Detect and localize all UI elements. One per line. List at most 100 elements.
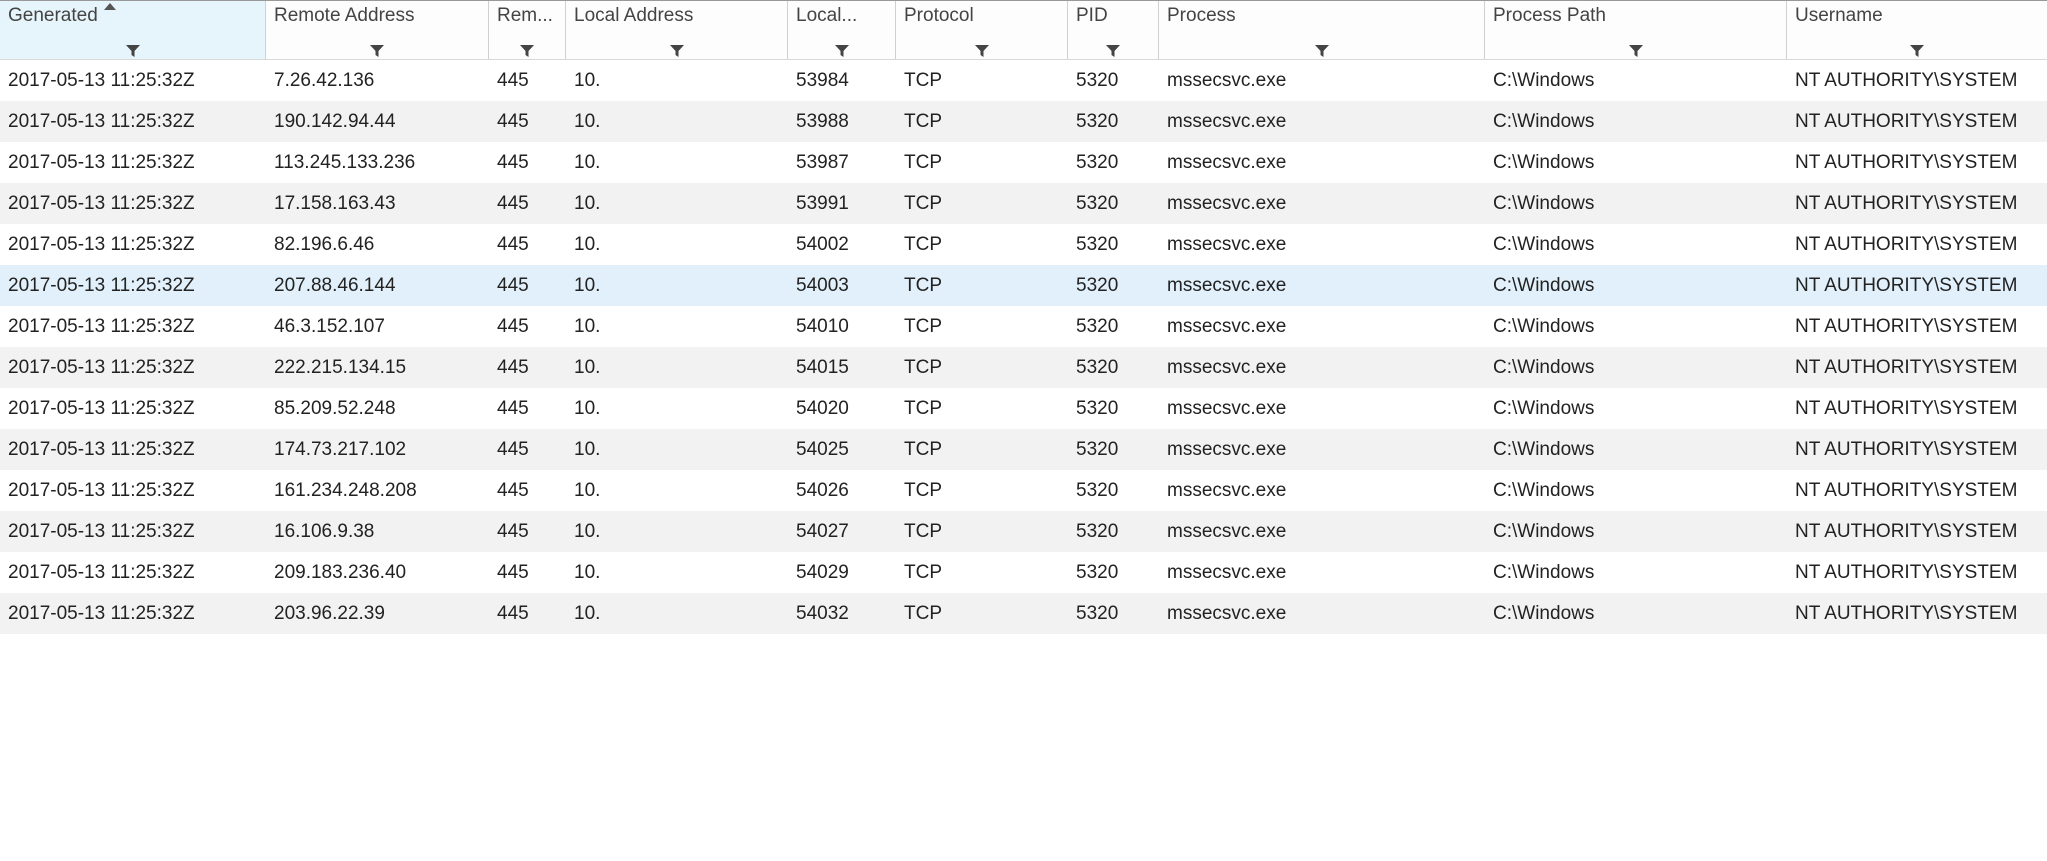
cell-username: NT AUTHORITY\SYSTEM xyxy=(1787,562,2047,584)
cell-process_path: C:\Windows xyxy=(1485,562,1787,584)
filter-icon[interactable] xyxy=(1629,41,1643,53)
cell-generated: 2017-05-13 11:25:32Z xyxy=(0,521,266,543)
cell-username: NT AUTHORITY\SYSTEM xyxy=(1787,193,2047,215)
cell-local_port: 54003 xyxy=(788,275,896,297)
cell-local_addr: 10. xyxy=(566,193,788,215)
filter-icon[interactable] xyxy=(1106,41,1120,53)
table-row[interactable]: 2017-05-13 11:25:32Z174.73.217.10244510.… xyxy=(0,429,2047,470)
cell-username: NT AUTHORITY\SYSTEM xyxy=(1787,111,2047,133)
table-row[interactable]: 2017-05-13 11:25:32Z222.215.134.1544510.… xyxy=(0,347,2047,388)
cell-pid: 5320 xyxy=(1068,439,1159,461)
cell-process_path: C:\Windows xyxy=(1485,398,1787,420)
table-row[interactable]: 2017-05-13 11:25:32Z209.183.236.4044510.… xyxy=(0,552,2047,593)
column-header-protocol[interactable]: Protocol xyxy=(896,1,1068,59)
cell-username: NT AUTHORITY\SYSTEM xyxy=(1787,521,2047,543)
column-header-label: Local Address xyxy=(574,5,779,27)
column-header-process_path[interactable]: Process Path xyxy=(1485,1,1787,59)
column-header-label: Process xyxy=(1167,5,1476,27)
cell-remote_addr: 207.88.46.144 xyxy=(266,275,489,297)
cell-pid: 5320 xyxy=(1068,521,1159,543)
cell-remote_port: 445 xyxy=(489,603,566,625)
cell-remote_addr: 17.158.163.43 xyxy=(266,193,489,215)
cell-remote_addr: 174.73.217.102 xyxy=(266,439,489,461)
column-header-generated[interactable]: Generated xyxy=(0,1,266,59)
column-header-username[interactable]: Username xyxy=(1787,1,2047,59)
cell-protocol: TCP xyxy=(896,562,1068,584)
cell-process_path: C:\Windows xyxy=(1485,603,1787,625)
cell-pid: 5320 xyxy=(1068,234,1159,256)
cell-process_path: C:\Windows xyxy=(1485,439,1787,461)
cell-generated: 2017-05-13 11:25:32Z xyxy=(0,357,266,379)
sort-ascending-icon xyxy=(104,3,116,10)
table-row[interactable]: 2017-05-13 11:25:32Z85.209.52.24844510.5… xyxy=(0,388,2047,429)
filter-icon[interactable] xyxy=(126,41,140,53)
cell-pid: 5320 xyxy=(1068,70,1159,92)
cell-process: mssecsvc.exe xyxy=(1159,275,1485,297)
cell-local_port: 53987 xyxy=(788,152,896,174)
table-row[interactable]: 2017-05-13 11:25:32Z207.88.46.14444510.5… xyxy=(0,265,2047,306)
table-row[interactable]: 2017-05-13 11:25:32Z7.26.42.13644510.539… xyxy=(0,60,2047,101)
cell-local_port: 53991 xyxy=(788,193,896,215)
cell-pid: 5320 xyxy=(1068,275,1159,297)
cell-generated: 2017-05-13 11:25:32Z xyxy=(0,152,266,174)
table-row[interactable]: 2017-05-13 11:25:32Z46.3.152.10744510.54… xyxy=(0,306,2047,347)
cell-local_addr: 10. xyxy=(566,480,788,502)
cell-remote_addr: 203.96.22.39 xyxy=(266,603,489,625)
cell-local_addr: 10. xyxy=(566,439,788,461)
filter-icon[interactable] xyxy=(370,41,384,53)
cell-remote_port: 445 xyxy=(489,275,566,297)
table-row[interactable]: 2017-05-13 11:25:32Z161.234.248.20844510… xyxy=(0,470,2047,511)
filter-icon[interactable] xyxy=(1315,41,1329,53)
column-header-label: Rem... xyxy=(497,5,557,27)
cell-username: NT AUTHORITY\SYSTEM xyxy=(1787,275,2047,297)
cell-local_port: 54002 xyxy=(788,234,896,256)
cell-remote_port: 445 xyxy=(489,521,566,543)
cell-username: NT AUTHORITY\SYSTEM xyxy=(1787,152,2047,174)
cell-local_addr: 10. xyxy=(566,234,788,256)
filter-icon[interactable] xyxy=(670,41,684,53)
cell-remote_port: 445 xyxy=(489,316,566,338)
cell-local_addr: 10. xyxy=(566,603,788,625)
table-row[interactable]: 2017-05-13 11:25:32Z190.142.94.4444510.5… xyxy=(0,101,2047,142)
cell-local_port: 54029 xyxy=(788,562,896,584)
column-header-remote_port[interactable]: Rem... xyxy=(489,1,566,59)
cell-pid: 5320 xyxy=(1068,152,1159,174)
table-row[interactable]: 2017-05-13 11:25:32Z113.245.133.23644510… xyxy=(0,142,2047,183)
column-header-local_addr[interactable]: Local Address xyxy=(566,1,788,59)
cell-process: mssecsvc.exe xyxy=(1159,70,1485,92)
table-row[interactable]: 2017-05-13 11:25:32Z17.158.163.4344510.5… xyxy=(0,183,2047,224)
cell-protocol: TCP xyxy=(896,357,1068,379)
column-header-local_port[interactable]: Local... xyxy=(788,1,896,59)
column-header-remote_addr[interactable]: Remote Address xyxy=(266,1,489,59)
filter-icon[interactable] xyxy=(835,41,849,53)
column-header-process[interactable]: Process xyxy=(1159,1,1485,59)
cell-process_path: C:\Windows xyxy=(1485,357,1787,379)
cell-protocol: TCP xyxy=(896,316,1068,338)
cell-process: mssecsvc.exe xyxy=(1159,562,1485,584)
cell-generated: 2017-05-13 11:25:32Z xyxy=(0,193,266,215)
cell-username: NT AUTHORITY\SYSTEM xyxy=(1787,234,2047,256)
filter-icon[interactable] xyxy=(1910,41,1924,53)
filter-icon[interactable] xyxy=(975,41,989,53)
filter-icon[interactable] xyxy=(520,41,534,53)
cell-remote_port: 445 xyxy=(489,193,566,215)
column-header-label: Generated xyxy=(8,5,257,27)
cell-generated: 2017-05-13 11:25:32Z xyxy=(0,603,266,625)
column-header-pid[interactable]: PID xyxy=(1068,1,1159,59)
table-row[interactable]: 2017-05-13 11:25:32Z16.106.9.3844510.540… xyxy=(0,511,2047,552)
cell-local_port: 54010 xyxy=(788,316,896,338)
cell-generated: 2017-05-13 11:25:32Z xyxy=(0,439,266,461)
table-row[interactable]: 2017-05-13 11:25:32Z82.196.6.4644510.540… xyxy=(0,224,2047,265)
column-header-label: Process Path xyxy=(1493,5,1778,27)
table-row[interactable]: 2017-05-13 11:25:32Z203.96.22.3944510.54… xyxy=(0,593,2047,634)
cell-local_port: 53988 xyxy=(788,111,896,133)
cell-remote_addr: 85.209.52.248 xyxy=(266,398,489,420)
cell-generated: 2017-05-13 11:25:32Z xyxy=(0,111,266,133)
cell-protocol: TCP xyxy=(896,398,1068,420)
cell-generated: 2017-05-13 11:25:32Z xyxy=(0,275,266,297)
cell-pid: 5320 xyxy=(1068,357,1159,379)
cell-local_port: 54025 xyxy=(788,439,896,461)
cell-process: mssecsvc.exe xyxy=(1159,357,1485,379)
cell-local_port: 54015 xyxy=(788,357,896,379)
cell-process: mssecsvc.exe xyxy=(1159,480,1485,502)
